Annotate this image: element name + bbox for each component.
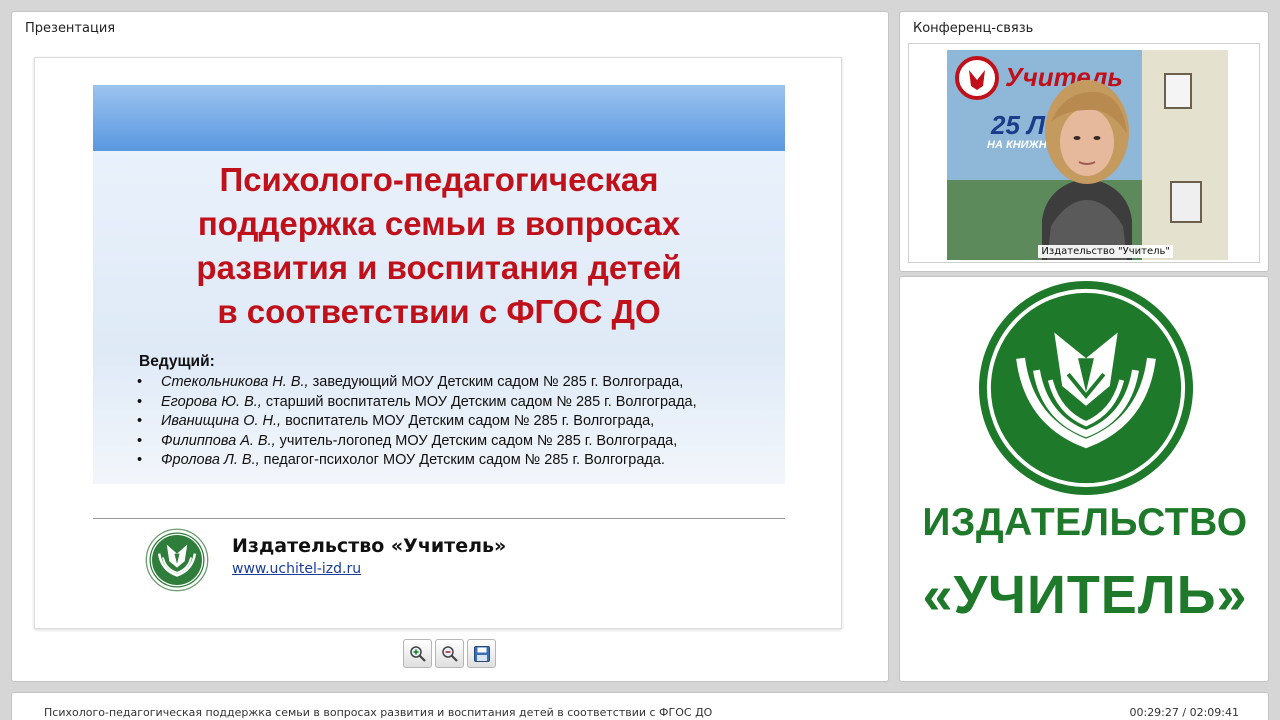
presenter-role: педагог-психолог МОУ Детским садом № 285…	[259, 452, 665, 468]
slide-title-line: поддержка семьи в вопросах	[197, 205, 681, 242]
brand-line-1: ИЗДАТЕЛЬСТВО	[922, 501, 1248, 544]
presenter-name: Иванищина О. Н.,	[161, 413, 282, 429]
slide-title: Психолого-педагогическая поддержка семьи…	[93, 158, 785, 334]
slide-body: Психолого-педагогическая поддержка семьи…	[93, 151, 785, 484]
presenter-list: • Стекольникова Н. В., заведующий МОУ Дет…	[137, 373, 697, 471]
bottom-status-bar: Психолого-педагогическая поддержка семьи…	[11, 692, 1269, 720]
publisher-logo-panel: ИЗДАТЕЛЬСТВО «УЧИТЕЛЬ»	[899, 276, 1269, 682]
session-title: Психолого-педагогическая поддержка семьи…	[44, 706, 713, 719]
slide-header-band	[93, 85, 785, 151]
presenter-name: Стекольникова Н. В.,	[161, 374, 309, 390]
zoom-out-button[interactable]	[435, 639, 464, 668]
presenter-item: • Егорова Ю. В., старший воспитатель МОУ …	[137, 393, 697, 410]
presenter-item: • Филиппова А. В., учитель-логопед МОУ Де…	[137, 432, 678, 449]
slide-title-line: в соответствии с ФГОС ДО	[217, 293, 661, 330]
presenter-item: • Фролова Л. В., педагог-психолог МОУ Дет…	[137, 452, 665, 468]
presenter-role: учитель-логопед МОУ Детским садом № 285 …	[275, 432, 678, 449]
video-frame[interactable]: Учитель 25 ЛЕТ НА КНИЖНОМ Издательство "…	[908, 43, 1260, 263]
presenter-role: воспитатель МОУ Детским садом № 285 г. В…	[281, 413, 655, 429]
presenter-name: Филиппова А. В.,	[161, 432, 276, 449]
save-button[interactable]	[467, 639, 496, 668]
presenter-name: Фролова Л. В.,	[161, 452, 260, 468]
slide-toolbar	[403, 639, 496, 669]
zoom-out-icon	[441, 645, 458, 662]
presenter-item: • Иванищина О. Н., воспитатель МОУ Детски…	[137, 413, 655, 429]
zoom-in-button[interactable]	[403, 639, 432, 668]
presenter-role: заведующий МОУ Детским садом № 285 г. Во…	[308, 374, 684, 390]
brand-line-2: «УЧИТЕЛЬ»	[922, 565, 1248, 625]
presentation-panel-title: Презентация	[25, 21, 116, 36]
presenter-name: Егорова Ю. В.,	[161, 393, 262, 410]
publisher-logo-icon	[145, 528, 209, 592]
publisher-link[interactable]: www.uchitel-izd.ru	[232, 561, 361, 577]
presenter-item: • Стекольникова Н. В., заведующий МОУ Дет…	[137, 374, 684, 390]
camera-label: Издательство "Учитель"	[1038, 245, 1173, 258]
presentation-panel: Презентация Психолого-педагогическая под…	[11, 11, 889, 682]
slide-title-line: развития и воспитания детей	[196, 249, 682, 286]
publisher-name: Издательство «Учитель»	[232, 535, 507, 557]
conference-panel: Конференц-связь Учитель 25 ЛЕТ НА КНИЖНО…	[899, 11, 1269, 272]
presentation-slide: Психолого-педагогическая поддержка семьи…	[34, 57, 842, 629]
webcam-video: Учитель 25 ЛЕТ НА КНИЖНОМ	[947, 50, 1228, 260]
zoom-in-icon	[409, 645, 426, 662]
slide-divider	[93, 518, 785, 519]
conference-panel-title: Конференц-связь	[913, 21, 1034, 36]
floppy-disk-icon	[473, 645, 490, 662]
slide-title-line: Психолого-педагогическая	[219, 161, 659, 198]
publisher-emblem-icon	[978, 280, 1194, 496]
playback-time: 00:29:27 / 02:09:41	[1129, 706, 1239, 719]
presenter-label: Ведущий:	[139, 353, 215, 370]
presenter-role: старший воспитатель МОУ Детским садом № …	[261, 393, 697, 410]
